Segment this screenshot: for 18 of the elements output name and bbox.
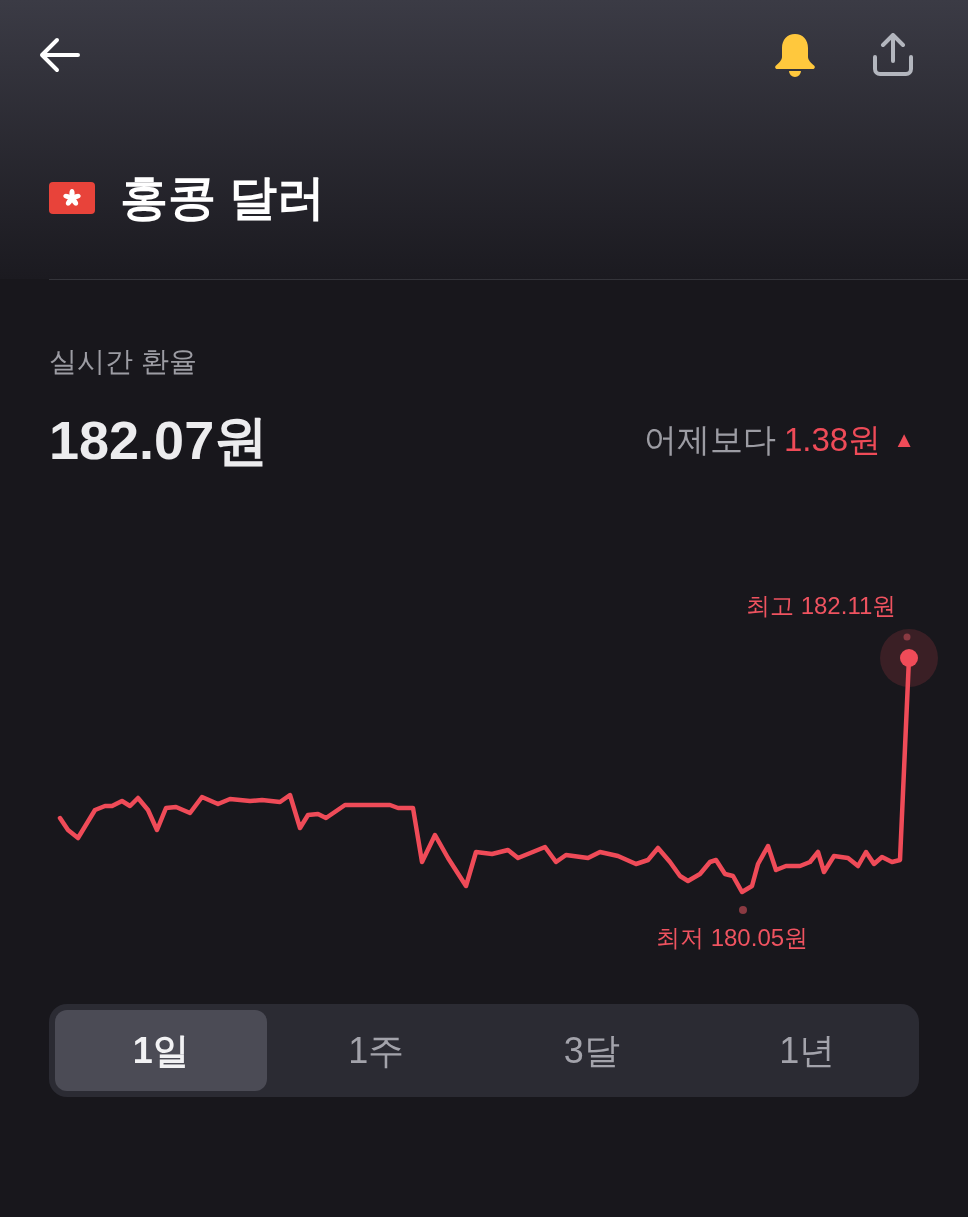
- period-tab[interactable]: 3달: [486, 1010, 698, 1091]
- hong-kong-flag-icon: [49, 181, 95, 214]
- bell-icon[interactable]: [772, 32, 818, 78]
- change-label: 어제보다: [644, 420, 776, 460]
- period-tab[interactable]: 1일: [55, 1010, 267, 1091]
- back-arrow-icon[interactable]: [38, 37, 80, 73]
- period-tab[interactable]: 1주: [270, 1010, 482, 1091]
- change-value: 1.38원: [784, 420, 882, 460]
- currency-title: 홍콩 달러: [120, 169, 326, 226]
- share-icon[interactable]: [872, 33, 914, 77]
- period-tab[interactable]: 1년: [701, 1010, 913, 1091]
- high-price-label: 최고 182.11원: [746, 591, 897, 621]
- high-point-marker-icon: [880, 629, 938, 687]
- up-triangle-icon: ▲: [893, 425, 915, 455]
- low-price-label: 최저 180.05원: [656, 923, 809, 953]
- rate-label: 실시간 환율: [49, 345, 197, 379]
- low-point-dot-icon: [739, 906, 747, 914]
- exchange-rate-value: 182.07원: [49, 409, 269, 472]
